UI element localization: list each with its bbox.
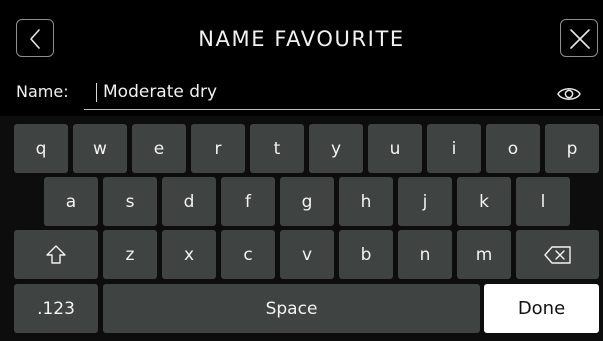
shift-key[interactable] [14,230,98,279]
eye-icon[interactable] [556,81,582,107]
key-f[interactable]: f [221,177,275,226]
key-n[interactable]: n [398,230,452,279]
backspace-icon [543,245,571,264]
key-i[interactable]: i [427,124,481,173]
key-s[interactable]: s [103,177,157,226]
page-title: NAME FAVOURITE [198,27,405,51]
key-u[interactable]: u [368,124,422,173]
key-y[interactable]: y [309,124,363,173]
name-input-value: Moderate dry [103,82,218,102]
key-x[interactable]: x [162,230,216,279]
key-o[interactable]: o [486,124,540,173]
close-icon [570,29,590,49]
text-caret [96,83,97,102]
key-b[interactable]: b [339,230,393,279]
key-g[interactable]: g [280,177,334,226]
key-v[interactable]: v [280,230,334,279]
key-c[interactable]: c [221,230,275,279]
shift-arrow-icon [46,244,66,264]
on-screen-keyboard: q w e r t y u i o p a s d f g h j k l z … [0,116,603,341]
key-a[interactable]: a [44,177,98,226]
key-z[interactable]: z [103,230,157,279]
chevron-left-icon [30,29,40,49]
key-t[interactable]: t [250,124,304,173]
key-l[interactable]: l [516,177,570,226]
key-p[interactable]: p [545,124,599,173]
name-label: Name: [16,82,69,101]
back-button[interactable] [16,19,54,57]
key-k[interactable]: k [457,177,511,226]
close-button[interactable] [560,19,598,57]
key-m[interactable]: m [457,230,511,279]
key-j[interactable]: j [398,177,452,226]
key-d[interactable]: d [162,177,216,226]
key-w[interactable]: w [73,124,127,173]
name-input[interactable]: Moderate dry [84,78,600,110]
space-key[interactable]: Space [103,284,480,333]
numbers-key[interactable]: .123 [14,284,98,333]
key-e[interactable]: e [132,124,186,173]
key-q[interactable]: q [14,124,68,173]
key-h[interactable]: h [339,177,393,226]
done-button[interactable]: Done [484,284,599,333]
name-favourite-screen: NAME FAVOURITE Name: Moderate dry q w e … [0,0,603,341]
key-r[interactable]: r [191,124,245,173]
backspace-key[interactable] [516,230,599,279]
